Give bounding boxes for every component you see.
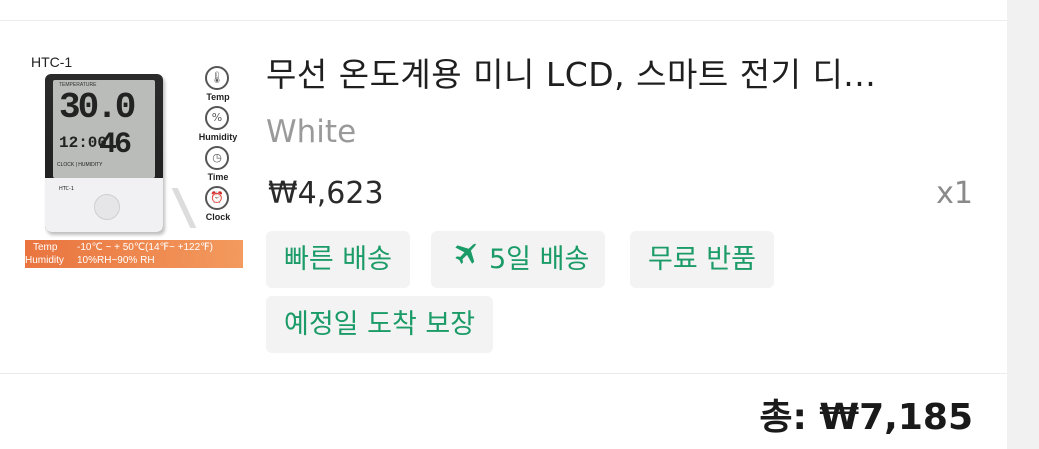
section-divider (0, 373, 1007, 374)
product-title[interactable]: 무선 온도계용 미니 LCD, 스마트 전기 디... (266, 48, 876, 96)
thumbnail-model-label: HTC-1 (31, 54, 73, 70)
top-divider (0, 20, 1007, 21)
device-button (94, 194, 120, 220)
feature-temp: 🌡 Temp (199, 66, 237, 106)
feature-label: Humidity (198, 132, 238, 142)
feature-label: Clock (205, 212, 231, 222)
scrollbar-track[interactable] (1007, 0, 1039, 449)
device-screen: TEMPERATURE 30.0 12:00 46 CLOCK | HUMIDI… (53, 80, 155, 178)
water-drop-icon: % (205, 106, 229, 130)
product-thumbnail[interactable]: HTC-1 TEMPERATURE 30.0 12:00 46 CLOCK | … (25, 48, 243, 270)
feature-clock: ⏰ Clock (199, 186, 237, 226)
tag-label: 예정일 도착 보장 (284, 309, 476, 340)
product-quantity: x1 (936, 176, 973, 211)
spec-band: Temp -10℃ ~ + 50℃(14℉~ +122℉) Humidity 1… (25, 240, 243, 268)
thermometer-icon: 🌡 (205, 66, 229, 90)
tag-label: 5일 배송 (489, 244, 590, 275)
feature-humidity: % Humidity (199, 106, 237, 146)
feature-label: Time (207, 172, 229, 182)
screen-mode: CLOCK | HUMIDITY (57, 162, 103, 168)
spec-humidity-label: Humidity (25, 255, 64, 266)
spec-humidity-value: 10%RH~90% RH (77, 255, 155, 266)
tag-label: 무료 반품 (648, 244, 756, 275)
product-option: White (266, 114, 357, 150)
spec-temp-value: -10℃ ~ + 50℃(14℉~ +122℉) (77, 242, 214, 253)
order-total: 총: ₩7,185 (759, 397, 973, 438)
tag-label: 빠른 배송 (284, 244, 392, 275)
feature-icons: 🌡 Temp % Humidity ◷ Time ⏰ Clock (199, 66, 237, 226)
device-label: HTC-1 (59, 186, 74, 192)
screen-temperature: 30.0 (59, 87, 136, 128)
feature-time: ◷ Time (199, 146, 237, 186)
tag-fast-delivery: 빠른 배송 (266, 231, 410, 288)
spec-temp-label: Temp (33, 242, 58, 253)
screen-humidity: 46 (99, 128, 132, 162)
feature-label: Temp (206, 92, 230, 102)
product-price: ₩4,623 (268, 176, 384, 211)
alarm-clock-icon: ⏰ (205, 186, 229, 210)
tag-free-return: 무료 반품 (630, 231, 774, 288)
tag-guaranteed-arrival: 예정일 도착 보장 (266, 296, 494, 353)
clock-icon: ◷ (205, 146, 229, 170)
airplane-icon (447, 233, 483, 290)
tag-5day-delivery: 5일 배송 (431, 231, 606, 290)
